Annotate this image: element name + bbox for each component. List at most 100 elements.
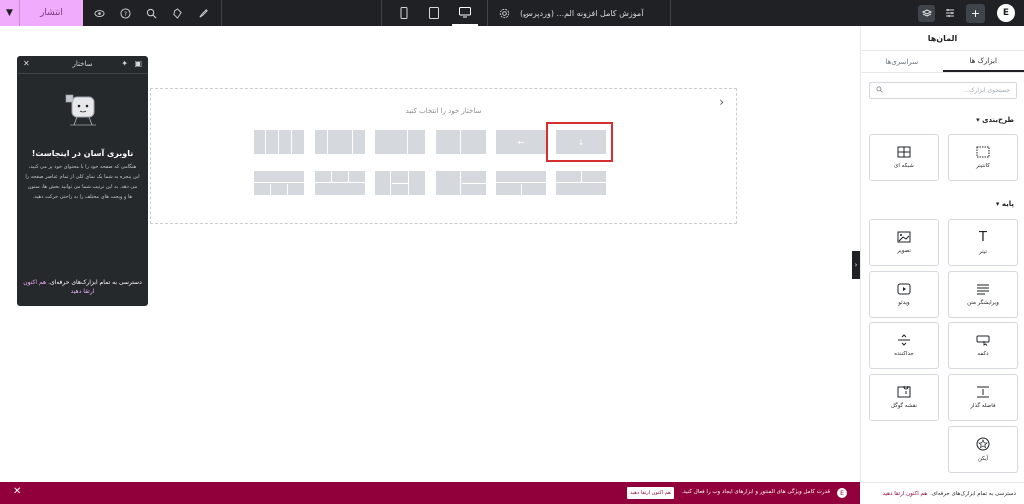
help-icon[interactable]: ? [116,0,134,26]
layout-option-4col[interactable] [254,130,304,154]
structure-panel: ✕ ساختار ✦ ▣ ناوبری آسان در اینجاست! هنگ… [17,56,148,306]
collapse-icon[interactable]: ▣ [134,59,142,68]
section-layout-header[interactable]: طرح‌بندی ▾ [976,116,1014,124]
chevron-down-icon[interactable]: ▼ [0,0,20,26]
divider-icon [898,334,910,346]
desktop-icon[interactable] [452,0,478,26]
layout-option-grid-a[interactable] [254,171,304,195]
text-editor-icon [977,284,989,295]
section-basic-header[interactable]: پایه ▾ [996,200,1014,208]
divider [487,0,488,26]
structure-panel-title: ساختار [72,60,93,68]
highlight-box [546,122,613,162]
divider [670,0,671,26]
layout-option-grid-f[interactable] [556,171,606,195]
layout-option-flex-row[interactable]: ← [496,130,546,154]
widget-grid[interactable]: شبکه ای [869,134,939,181]
widget-container[interactable]: کانتینر [948,134,1018,181]
rocket-icon[interactable] [194,0,212,26]
structure-selector: › ساختار خود را انتخاب کنید [150,88,737,224]
upgrade-banner: ✕ هم اکنون ارتقا دهید قدرت کامل ویژگی ها… [0,482,860,504]
tab-widgets[interactable]: ابزارک ها [942,51,1024,72]
search-icon[interactable] [142,0,160,26]
plus-icon[interactable]: + [966,4,985,23]
tab-globals[interactable]: سراسری‌ها [861,51,943,72]
widget-label: تصویر [897,248,911,254]
svg-text:?: ? [123,9,126,17]
structure-panel-header: ✕ ساختار ✦ ▣ [17,56,148,74]
grid-icon [897,146,911,158]
widget-google-map[interactable]: نقشه گوگل [869,374,939,421]
elements-panel: المان‌ها سراسری‌ها ابزارک ها جستجوی ابزا… [860,26,1024,482]
widget-label: کانتینر [976,163,990,169]
gear-icon[interactable] [495,0,513,26]
panel-tabs: سراسری‌ها ابزارک ها [861,51,1024,73]
widget-icon[interactable]: آیکن [948,426,1018,473]
structure-icon[interactable] [918,5,935,22]
mascot-illustration [65,94,96,126]
upgrade-button[interactable]: هم اکنون ارتقا دهید [627,487,674,499]
widget-label: فاصله گذار [970,403,996,409]
panel-upgrade-footer: دسترسی به تمام ابزارک‌های حرفه‌ای. هم اک… [860,482,1024,504]
spacer-icon [977,386,989,398]
widget-button[interactable]: دکمه [948,322,1018,369]
container-icon [976,146,990,158]
layout-option-grid-e[interactable] [496,171,546,195]
publish-button-group: ▼ انتشار [0,0,83,26]
search-icon [876,86,883,95]
layout-option-2col[interactable] [436,130,486,154]
widget-label: نقشه گوگل [890,403,918,409]
widget-label: ویرایشگر متن [967,300,999,306]
sliders-icon[interactable] [941,0,959,26]
structure-heading: ناوبری آسان در اینجاست! [31,149,134,158]
eye-icon[interactable] [90,0,108,26]
sparkle-icon[interactable]: ✦ [121,59,128,68]
widget-label: آیکن [977,456,989,462]
history-icon[interactable] [168,0,186,26]
divider [221,0,222,26]
mobile-icon[interactable] [395,0,413,26]
widget-text-editor[interactable]: ویرایشگر متن [948,271,1018,318]
top-bar: ▼ انتشار ? ⌄ آموزش کامل افزونه الم... (و… [0,0,1024,26]
widget-label: شبکه ای [894,163,914,169]
layout-option-grid-c[interactable] [375,171,425,195]
button-icon [976,335,990,346]
structure-description: هنگامی که صفحه خود را با محتوای خود پر م… [25,164,140,200]
elementor-pro-icon: E [837,488,847,498]
layout-option-grid-d[interactable] [436,171,486,195]
panel-upgrade-text: دسترسی به تمام ابزارک‌های حرفه‌ای. [930,490,1016,497]
widget-video[interactable]: ویدئو [869,271,939,318]
publish-button[interactable]: انتشار [20,0,83,26]
promo-text: دسترسی به تمام ابزارک‌های حرفه‌ای. [48,279,142,286]
widget-spacer[interactable]: فاصله گذار [948,374,1018,421]
search-placeholder: جستجوی ابزارک... [963,87,1010,94]
panel-upgrade-link[interactable]: هم اکنون ارتقا دهید [883,491,928,497]
panel-toggle-chevron-icon[interactable]: › [852,251,860,279]
video-icon [897,283,911,295]
elementor-logo[interactable]: E [997,4,1015,22]
layout-option-3col[interactable] [315,130,365,154]
section-basic-label: پایه [1001,200,1014,208]
document-title[interactable]: آموزش کامل افزونه الم... (وردپرس) [520,0,645,26]
structure-selector-title: ساختار خود را انتخاب کنید [405,107,482,115]
widget-image[interactable]: تصویر [869,219,939,266]
upgrade-banner-text: قدرت کامل ویژگی های المنتور و ابزارهای ا… [681,489,830,495]
widget-label: جداکننده [894,351,914,357]
widget-search-input[interactable]: جستجوی ابزارک... [869,82,1017,99]
widget-divider[interactable]: جداکننده [869,322,939,369]
section-layout-label: طرح‌بندی [982,116,1014,124]
star-icon [976,437,990,451]
widget-heading[interactable]: T تیتر [948,219,1018,266]
close-icon[interactable]: ✕ [13,486,21,497]
map-icon [897,386,911,398]
widget-label: دکمه [977,351,989,357]
heading-icon: T [979,229,987,245]
widget-label: ویدئو [898,300,910,306]
structure-promo: دسترسی به تمام ابزارک‌های حرفه‌ای. هم اک… [23,278,142,296]
layout-option-grid-b[interactable] [315,171,365,195]
widget-label: تیتر [979,248,987,255]
divider [381,0,382,26]
image-icon [897,231,911,243]
tablet-icon[interactable] [425,0,443,26]
layout-option-2col-left[interactable] [375,130,425,154]
